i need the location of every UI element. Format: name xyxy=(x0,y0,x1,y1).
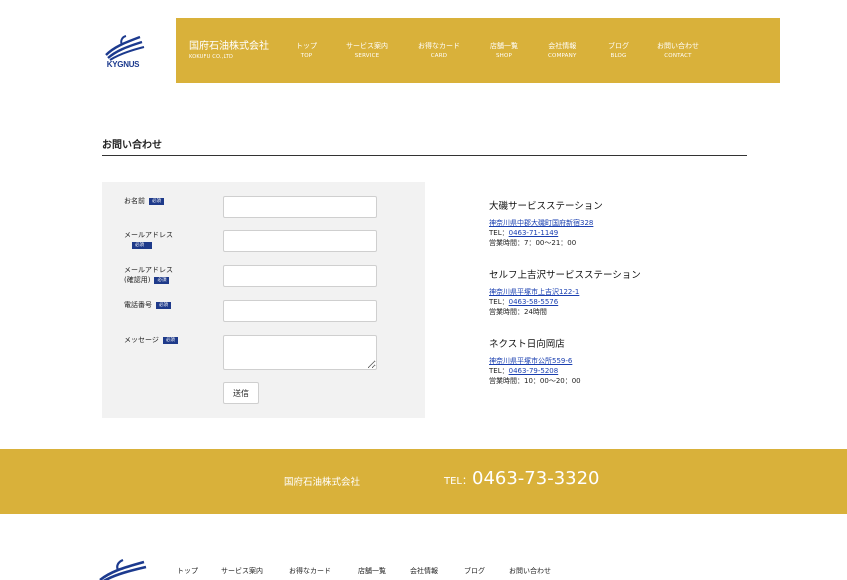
header-company-en: KOKUFU CO.,LTD xyxy=(189,54,234,60)
email-label: メールアドレス 必須 xyxy=(124,230,173,249)
nav-service-en: SERVICE xyxy=(354,53,380,59)
footer-logo[interactable] xyxy=(98,558,148,580)
footer-tel-prefix: TEL： xyxy=(444,476,472,487)
shop-address-link[interactable]: 神奈川県中郡大磯町国府新宿328 xyxy=(489,219,593,227)
kygnus-swan-icon xyxy=(105,35,145,61)
header-company[interactable]: 国府石油株式会社 KOKUFU CO.,LTD xyxy=(189,41,269,61)
nav-blog-jp: ブログ xyxy=(608,42,629,50)
nav-card-jp: お得なカード xyxy=(418,42,460,50)
message-label-text: メッセージ xyxy=(124,336,159,344)
phone-label-text: 電話番号 xyxy=(124,301,152,309)
submit-button[interactable]: 送信 xyxy=(223,382,259,404)
nav-top-jp: トップ xyxy=(296,42,317,50)
nav-blog[interactable]: ブログ BLOG xyxy=(608,41,629,61)
email-label-text: メールアドレス xyxy=(124,231,173,239)
nav-company[interactable]: 会社情報 COMPANY xyxy=(548,41,577,61)
nav-service-jp: サービス案内 xyxy=(346,42,388,50)
nav-top-en: TOP xyxy=(300,53,313,59)
nav-contact-jp: お問い合わせ xyxy=(657,42,699,50)
nav-shop-en: SHOP xyxy=(495,53,513,59)
nav-service[interactable]: サービス案内 SERVICE xyxy=(346,41,388,61)
shop-hours: 営業時間：24時間 xyxy=(489,308,547,316)
nav-shop[interactable]: 店舗一覧 SHOP xyxy=(490,41,518,61)
contact-form: お名前 必須 メールアドレス 必須 メールアドレス (確認用) 必須 電話番号 必須 … xyxy=(102,182,425,418)
corner-decoration-icon xyxy=(752,573,762,580)
nav-card-en: CARD xyxy=(430,53,448,59)
required-badge: 必須 xyxy=(154,276,170,284)
email-input[interactable] xyxy=(223,230,377,252)
kygnus-swan-icon xyxy=(99,558,147,580)
name-label: お名前 必須 xyxy=(124,196,164,206)
logo-text: KYGNUS xyxy=(106,60,140,69)
nav-shop-jp: 店舗一覧 xyxy=(490,42,518,50)
message-textarea[interactable] xyxy=(223,335,377,370)
shop-hours: 営業時間：10：00〜20：00 xyxy=(489,377,581,385)
nav-top[interactable]: トップ TOP xyxy=(296,41,317,61)
footer-band: 国府石油株式会社 TEL：0463-73-3320 xyxy=(0,449,847,514)
nav-contact-en: CONTACT xyxy=(664,53,692,59)
email-confirm-sublabel: (確認用) xyxy=(124,276,151,284)
email-confirm-input[interactable] xyxy=(223,265,377,287)
phone-input[interactable] xyxy=(223,300,377,322)
footer-tel[interactable]: TEL：0463-73-3320 xyxy=(444,468,600,489)
footer-nav-service[interactable]: サービス案内 xyxy=(221,566,263,576)
required-badge: 必須 xyxy=(149,197,164,205)
nav-company-en: COMPANY xyxy=(548,53,577,59)
title-divider xyxy=(102,155,747,156)
required-badge: 必須 xyxy=(156,301,171,309)
shop-tel-link[interactable]: 0463-58-5576 xyxy=(509,298,559,306)
shop-tel-prefix: TEL： xyxy=(489,298,509,306)
footer-nav-contact[interactable]: お問い合わせ xyxy=(509,566,551,576)
footer-nav-blog[interactable]: ブログ xyxy=(464,566,485,576)
footer-tel-number: 0463-73-3320 xyxy=(472,468,600,489)
footer-company-name: 国府石油株式会社 xyxy=(284,477,361,488)
shop-tel-link[interactable]: 0463-71-1149 xyxy=(509,229,559,237)
message-label: メッセージ 必須 xyxy=(124,335,178,345)
kygnus-logo[interactable]: KYGNUS xyxy=(100,33,146,71)
nav-company-jp: 会社情報 xyxy=(548,42,577,50)
footer-nav-shop[interactable]: 店舗一覧 xyxy=(358,566,386,576)
name-input[interactable] xyxy=(223,196,377,218)
shop-name: ネクスト日向岡店 xyxy=(489,339,565,350)
phone-label: 電話番号 必須 xyxy=(124,300,171,310)
email-confirm-label-text: メールアドレス xyxy=(124,266,173,274)
nav-blog-en: BLOG xyxy=(610,53,627,59)
required-badge: 必須 xyxy=(162,336,178,344)
shop-name: セルフ上吉沢サービスステーション xyxy=(489,270,641,281)
header-navbar: 国府石油株式会社 KOKUFU CO.,LTD トップ TOP サービス案内 S… xyxy=(176,18,780,83)
page-title: お問い合わせ xyxy=(102,140,162,151)
footer-nav-company[interactable]: 会社情報 xyxy=(410,566,438,576)
shop-name: 大磯サービスステーション xyxy=(489,201,603,212)
shop-oiso: 大磯サービスステーション 神奈川県中郡大磯町国府新宿328 TEL：0463-7… xyxy=(489,200,603,248)
shop-hours: 営業時間：7：00〜21：00 xyxy=(489,239,577,247)
header-company-name: 国府石油株式会社 xyxy=(189,41,269,52)
required-badge: 必須 xyxy=(132,242,152,249)
shop-tel-prefix: TEL： xyxy=(489,367,509,375)
footer-nav-card[interactable]: お得なカード xyxy=(289,566,331,576)
shop-hinataoka: ネクスト日向岡店 神奈川県平塚市公所559-6 TEL：0463-79-5208… xyxy=(489,338,581,386)
email-confirm-label: メールアドレス (確認用) 必須 xyxy=(124,265,173,285)
shop-tel-prefix: TEL： xyxy=(489,229,509,237)
shop-tel-link[interactable]: 0463-79-5208 xyxy=(509,367,559,375)
nav-contact[interactable]: お問い合わせ CONTACT xyxy=(657,41,699,61)
nav-card[interactable]: お得なカード CARD xyxy=(418,41,460,61)
footer-nav-top[interactable]: トップ xyxy=(177,566,198,576)
shop-kamikisawa: セルフ上吉沢サービスステーション 神奈川県平塚市上吉沢122-1 TEL：046… xyxy=(489,269,641,317)
name-label-text: お名前 xyxy=(124,197,145,205)
shop-address-link[interactable]: 神奈川県平塚市上吉沢122-1 xyxy=(489,288,579,296)
shop-address-link[interactable]: 神奈川県平塚市公所559-6 xyxy=(489,357,572,365)
